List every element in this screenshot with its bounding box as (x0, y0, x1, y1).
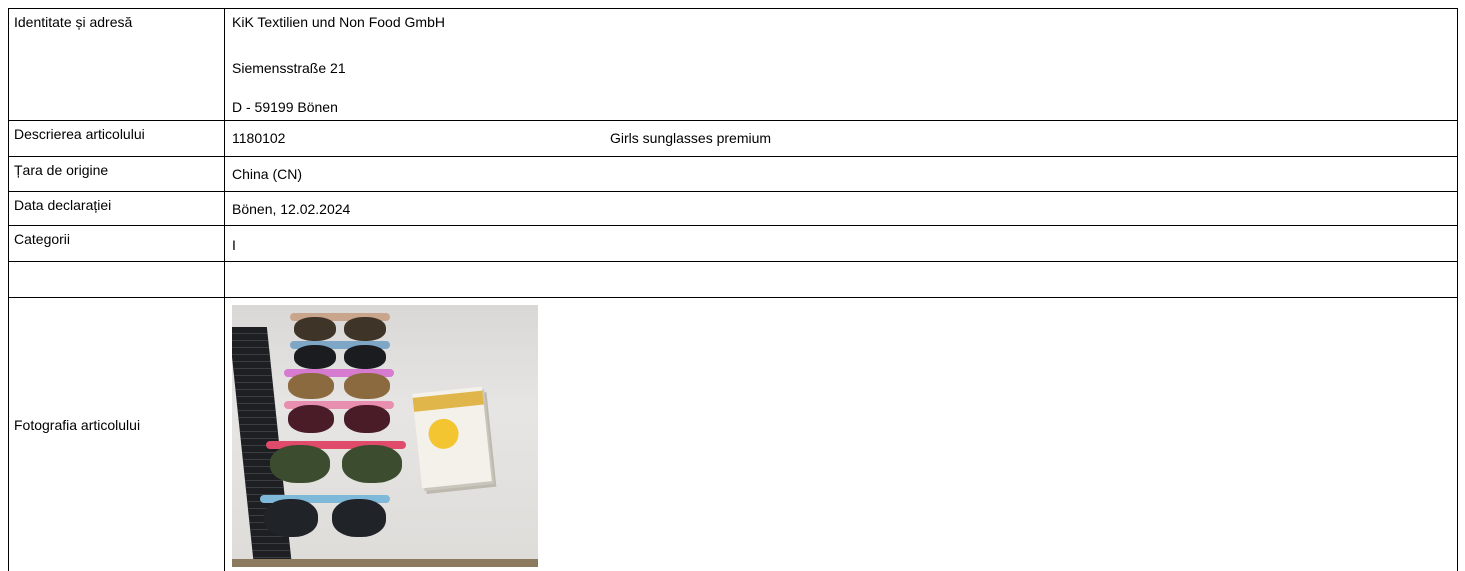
street-address: Siemensstraße 21 (232, 60, 346, 76)
category-value: I (232, 237, 236, 253)
article-photo (232, 305, 538, 567)
declaration-table: Identitate și adresă KiK Textilien und N… (0, 0, 1465, 571)
article-name: Girls sunglasses premium (610, 130, 772, 146)
declaration-date-value: Bönen, 12.02.2024 (232, 201, 351, 217)
row-divider (8, 225, 1458, 226)
sunglasses-6 (260, 495, 390, 539)
row-divider (8, 156, 1458, 157)
table-border-left (8, 8, 9, 571)
row-divider (8, 297, 1458, 298)
origin-label: Țara de origine (14, 162, 109, 178)
sunglasses-2 (290, 341, 390, 371)
row-divider (8, 261, 1458, 262)
category-label: Categorii (14, 231, 71, 247)
declaration-date-label: Data declarației (14, 197, 112, 213)
description-label: Descrierea articolului (14, 126, 145, 142)
photo-label: Fotografia articolului (14, 417, 141, 433)
origin-value: China (CN) (232, 166, 303, 182)
sun-icon (427, 417, 461, 451)
identity-label: Identitate și adresă (14, 14, 133, 30)
photo-floor (232, 559, 538, 567)
sunglasses-4 (284, 401, 394, 435)
postal-city: D - 59199 Bönen (232, 99, 338, 115)
product-tag (412, 386, 492, 489)
sunglasses-5 (266, 441, 406, 485)
company-name: KiK Textilien und Non Food GmbH (232, 14, 445, 30)
article-number: 1180102 (232, 130, 286, 146)
row-divider (8, 191, 1458, 192)
sunglasses-3 (284, 369, 394, 401)
row-divider (8, 120, 1458, 121)
table-border-right (1457, 8, 1458, 571)
column-divider (224, 8, 225, 571)
sunglasses-1 (290, 313, 390, 343)
table-border-top (8, 8, 1458, 9)
